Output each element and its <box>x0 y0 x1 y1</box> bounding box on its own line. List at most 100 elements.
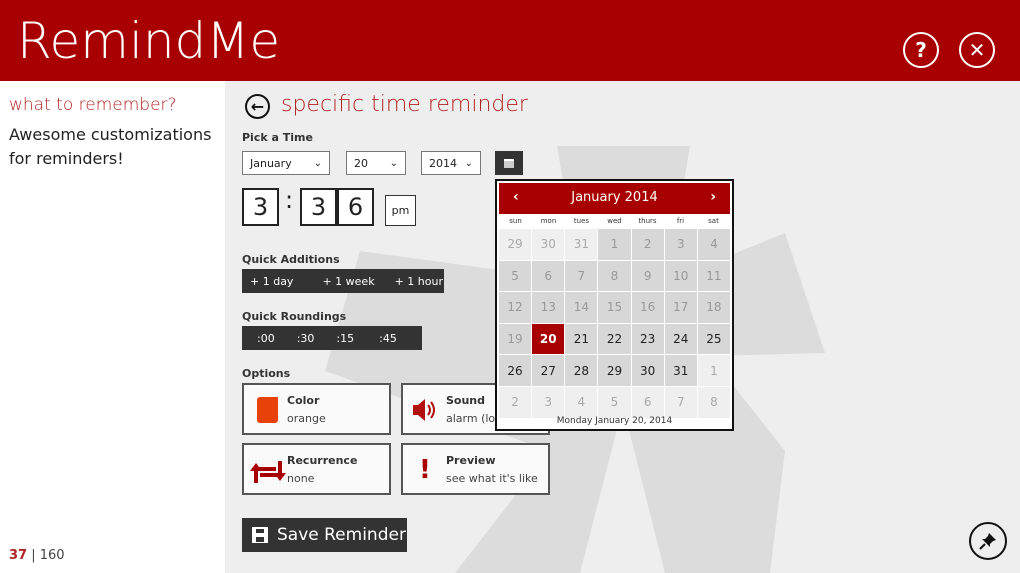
calendar-day[interactable]: 4 <box>565 386 598 418</box>
calendar-day[interactable]: 2 <box>631 229 664 260</box>
calendar-day[interactable]: 27 <box>532 355 565 386</box>
ampm-toggle[interactable]: pm <box>385 195 416 226</box>
counter-separator: | <box>27 548 40 563</box>
weekday-label: mon <box>540 217 557 225</box>
calendar-day[interactable]: 7 <box>664 386 697 418</box>
calendar-day[interactable]: 15 <box>598 292 631 323</box>
back-button[interactable]: ← <box>245 94 270 119</box>
calendar-day[interactable]: 4 <box>697 229 730 260</box>
back-arrow-icon: ← <box>250 97 265 116</box>
weekday-label: tues <box>573 217 590 225</box>
calendar-day[interactable]: 23 <box>631 323 664 355</box>
add-1-week-button[interactable]: + 1 week <box>322 275 374 288</box>
weekday-label: fri <box>676 217 685 225</box>
exclamation-icon: ! <box>419 455 431 485</box>
preview-option-value: see what it's like <box>446 472 538 485</box>
page-title: specific time reminder <box>281 92 528 117</box>
calendar-day[interactable]: 26 <box>499 355 532 386</box>
day-select[interactable]: 20 ⌄ <box>346 151 406 175</box>
calendar-day[interactable]: 31 <box>565 229 598 260</box>
time-colon: : <box>285 186 294 214</box>
calendar-day[interactable]: 10 <box>664 260 697 292</box>
recurrence-option[interactable]: Recurrence none <box>242 443 391 495</box>
quick-roundings-bar: :00 :30 :15 :45 <box>242 326 422 350</box>
calendar-day[interactable]: 17 <box>664 292 697 323</box>
color-option[interactable]: Color orange <box>242 383 391 435</box>
calendar-day[interactable]: 31 <box>664 355 697 386</box>
month-select[interactable]: January ⌄ <box>242 151 330 175</box>
save-reminder-label: Save Reminder <box>277 525 406 545</box>
year-select[interactable]: 2014 ⌄ <box>421 151 481 175</box>
hour-digit[interactable]: 3 <box>242 188 279 226</box>
round-00-button[interactable]: :00 <box>257 332 275 345</box>
calendar-day[interactable]: 12 <box>499 292 532 323</box>
calendar-toggle-button[interactable] <box>495 151 523 175</box>
weekday-label: thurs <box>638 217 657 225</box>
main-content: ← specific time reminder Pick a Time Jan… <box>225 81 1020 573</box>
calendar-day[interactable]: 7 <box>565 260 598 292</box>
pin-button[interactable] <box>969 522 1007 560</box>
recurrence-option-value: none <box>287 472 315 485</box>
calendar-day[interactable]: 18 <box>697 292 730 323</box>
quick-roundings-label: Quick Roundings <box>242 310 347 323</box>
pin-icon <box>979 533 996 550</box>
app-title: RemindMe <box>17 12 281 70</box>
help-icon: ? <box>915 38 927 62</box>
calendar-day[interactable]: 5 <box>598 386 631 418</box>
color-swatch-icon <box>257 397 278 423</box>
calendar-day[interactable]: 11 <box>697 260 730 292</box>
calendar-day[interactable]: 29 <box>598 355 631 386</box>
calendar-day[interactable]: 19 <box>499 323 532 355</box>
calendar-day[interactable]: 24 <box>664 323 697 355</box>
calendar-day[interactable]: 5 <box>499 260 532 292</box>
calendar-day[interactable]: 2 <box>499 386 532 418</box>
calendar-day-selected[interactable]: 20 <box>532 323 565 355</box>
calendar-day[interactable]: 3 <box>532 386 565 418</box>
calendar-day[interactable]: 8 <box>697 386 730 418</box>
calendar-popup: ‹ January 2014 › sun mon tues wed thurs fri sa… <box>495 179 734 431</box>
round-45-button[interactable]: :45 <box>379 332 397 345</box>
selected-date-label: Monday January 20, 2014 <box>556 416 673 426</box>
repeat-icon <box>250 461 286 483</box>
calendar-day[interactable]: 6 <box>631 386 664 418</box>
add-1-hour-button[interactable]: + 1 hour <box>395 275 443 288</box>
color-option-title: Color <box>287 394 320 407</box>
counter-current: 37 <box>9 548 28 563</box>
quick-additions-label: Quick Additions <box>242 253 340 266</box>
options-label: Options <box>242 367 291 380</box>
calendar-day[interactable]: 16 <box>631 292 664 323</box>
pick-time-label: Pick a Time <box>242 131 313 144</box>
calendar-day[interactable]: 6 <box>532 260 565 292</box>
preview-option[interactable]: ! Preview see what it's like <box>401 443 550 495</box>
speaker-icon <box>413 399 435 421</box>
counter-total: 160 <box>39 548 65 563</box>
calendar-day[interactable]: 13 <box>532 292 565 323</box>
calendar-day[interactable]: 29 <box>499 229 532 260</box>
month-select-value: January <box>250 156 292 170</box>
recurrence-option-title: Recurrence <box>287 454 358 467</box>
chevron-down-icon: ⌄ <box>313 157 322 169</box>
calendar-day[interactable]: 21 <box>565 323 598 355</box>
calendar-day[interactable]: 22 <box>598 323 631 355</box>
reminder-text: Awesome customizations for reminders! <box>9 125 212 168</box>
round-30-button[interactable]: :30 <box>297 332 315 345</box>
calendar-day[interactable]: 30 <box>532 229 565 260</box>
save-reminder-button[interactable]: Save Reminder <box>242 518 407 552</box>
calendar-day[interactable]: 3 <box>664 229 697 260</box>
add-1-day-button[interactable]: + 1 day <box>250 275 293 288</box>
next-month-button[interactable]: › <box>710 189 716 205</box>
save-disk-icon <box>252 527 268 543</box>
calendar-day[interactable]: 28 <box>565 355 598 386</box>
calendar-day[interactable]: 14 <box>565 292 598 323</box>
calendar-day[interactable]: 9 <box>631 260 664 292</box>
calendar-day[interactable]: 1 <box>598 229 631 260</box>
calendar-day[interactable]: 1 <box>697 355 730 386</box>
calendar-day[interactable]: 25 <box>697 323 730 355</box>
calendar-day[interactable]: 8 <box>598 260 631 292</box>
close-button[interactable]: ✕ <box>959 32 995 68</box>
round-15-button[interactable]: :15 <box>336 332 354 345</box>
help-button[interactable]: ? <box>903 32 939 68</box>
minute-ones-digit[interactable]: 6 <box>337 188 374 226</box>
calendar-day[interactable]: 30 <box>631 355 664 386</box>
minute-tens-digit[interactable]: 3 <box>300 188 337 226</box>
